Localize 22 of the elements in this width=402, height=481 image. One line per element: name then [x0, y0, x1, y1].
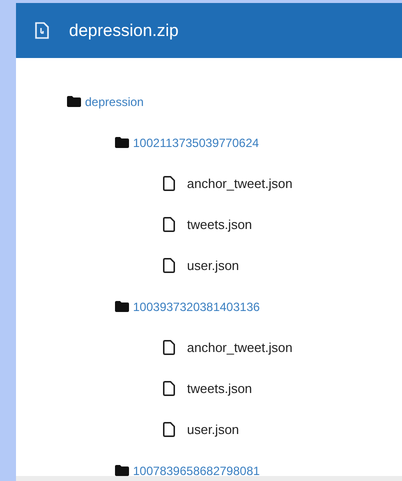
file-name[interactable]: tweets.json [187, 378, 252, 398]
panel-title: depression.zip [69, 20, 179, 42]
file-icon [163, 258, 175, 273]
folder-link[interactable]: 1007839658682798081 [133, 462, 260, 476]
folder-icon [67, 96, 81, 107]
folder-icon [115, 465, 129, 476]
folder-icon [115, 301, 129, 312]
file-icon [163, 176, 175, 191]
file-icon [163, 422, 175, 437]
folder-link[interactable]: 1002113735039770624 [133, 134, 259, 152]
file-name[interactable]: anchor_tweet.json [187, 174, 293, 194]
file-icon [163, 381, 175, 396]
folder-link[interactable]: depression [85, 92, 144, 110]
file-name[interactable]: user.json [187, 420, 240, 440]
folder-link[interactable]: 1003937320381403136 [133, 298, 260, 316]
file-icon [163, 340, 175, 355]
file-name[interactable]: user.json [187, 256, 240, 276]
file-name[interactable]: tweets.json [187, 214, 252, 234]
file-icon [35, 22, 49, 39]
folder-icon [115, 137, 129, 148]
file-name[interactable]: anchor_tweet.json [187, 338, 293, 358]
file-icon [163, 217, 175, 232]
